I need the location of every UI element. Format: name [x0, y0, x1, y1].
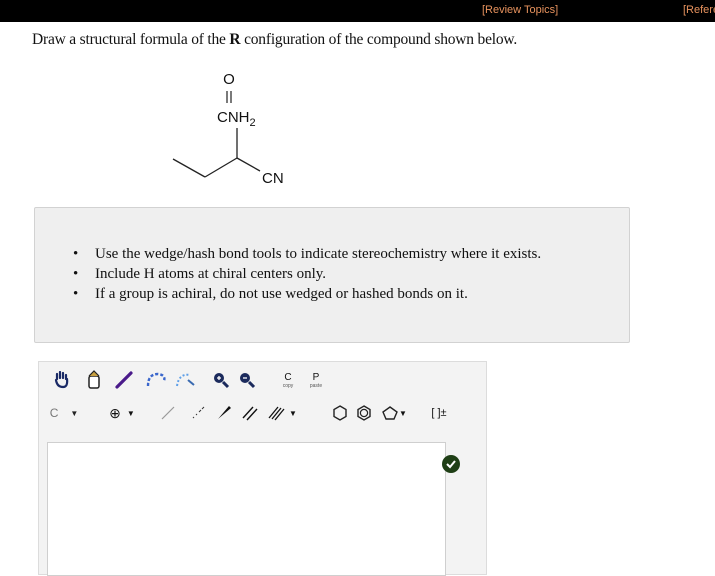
- check-answer-button[interactable]: [442, 455, 460, 473]
- bond-ch2-to-ch3: [172, 158, 206, 178]
- cyclohexane-ring-icon[interactable]: [329, 401, 351, 425]
- copy-button[interactable]: C copy: [279, 368, 297, 392]
- double-bond-tool[interactable]: [239, 401, 261, 425]
- wedge-bond-tool[interactable]: [213, 401, 235, 425]
- top-bar: [Review Topics] [References]: [0, 0, 715, 22]
- charge-icon: ⊕: [109, 404, 121, 421]
- question-prefix: Draw a structural formula of the: [32, 31, 230, 48]
- triple-bond-tool[interactable]: ▼: [265, 401, 299, 425]
- bond-chiral-to-ch2: [204, 157, 238, 178]
- structure-editor: C copy P paste C ▼ ⊕ ▼ ▼ ▼ []±: [38, 361, 487, 576]
- paste-button[interactable]: P paste: [307, 368, 325, 392]
- toolbar-row-1: C copy P paste: [39, 366, 486, 394]
- question-config: R: [229, 31, 241, 48]
- instruction-item: Include H atoms at chiral centers only.: [73, 264, 541, 284]
- compound-structure: O CNH2 CN: [172, 71, 284, 187]
- instructions-box: Use the wedge/hash bond tools to indicat…: [34, 207, 630, 343]
- instruction-list: Use the wedge/hash bond tools to indicat…: [73, 244, 541, 304]
- copy-label: C: [284, 371, 292, 383]
- question-suffix: configuration of the compound shown belo…: [240, 31, 518, 48]
- hand-tool-icon[interactable]: [51, 368, 73, 392]
- bond-chiral-to-ch2-cn: [236, 157, 261, 172]
- copy-sub-label: copy: [282, 382, 294, 389]
- question-text: Draw a structural formula of the R confi…: [32, 31, 517, 49]
- pencil-icon[interactable]: [113, 368, 135, 392]
- eraser-icon[interactable]: [83, 368, 105, 392]
- drawing-canvas[interactable]: [47, 442, 446, 576]
- chevron-down-icon: ▼: [126, 408, 135, 418]
- review-topics-link[interactable]: [Review Topics]: [482, 4, 558, 16]
- chevron-down-icon: ▼: [289, 408, 297, 418]
- zoom-out-icon[interactable]: [237, 368, 257, 392]
- single-bond-tool[interactable]: [157, 401, 179, 425]
- bracket-tool[interactable]: [ ]±: [425, 401, 453, 425]
- hashed-bond-tool[interactable]: [187, 401, 209, 425]
- instruction-item: Use the wedge/hash bond tools to indicat…: [73, 244, 541, 264]
- element-label: C: [49, 406, 59, 420]
- element-selector[interactable]: C ▼: [49, 401, 79, 425]
- charge-selector[interactable]: ⊕ ▼: [105, 401, 139, 425]
- bracket-label: [ ]±: [431, 407, 447, 419]
- lasso-icon[interactable]: [143, 368, 169, 392]
- toolbar-row-2: C ▼ ⊕ ▼ ▼ ▼ []±: [39, 399, 486, 427]
- chevron-down-icon: ▼: [70, 408, 79, 418]
- amide-label: CNH2: [217, 109, 256, 129]
- carbonyl-oxygen-label: O: [223, 71, 235, 88]
- references-link[interactable]: [References]: [683, 4, 715, 16]
- zoom-in-icon[interactable]: [211, 368, 231, 392]
- paste-label: P: [312, 371, 320, 383]
- instruction-item: If a group is achiral, do not use wedged…: [73, 284, 541, 304]
- paste-sub-label: paste: [309, 382, 323, 389]
- lasso-select-icon[interactable]: [173, 368, 199, 392]
- chevron-down-icon: ▼: [399, 408, 407, 418]
- benzene-ring-icon[interactable]: [353, 401, 375, 425]
- nitrile-label: CN: [262, 170, 284, 187]
- cyclopentane-ring-icon[interactable]: ▼: [377, 401, 411, 425]
